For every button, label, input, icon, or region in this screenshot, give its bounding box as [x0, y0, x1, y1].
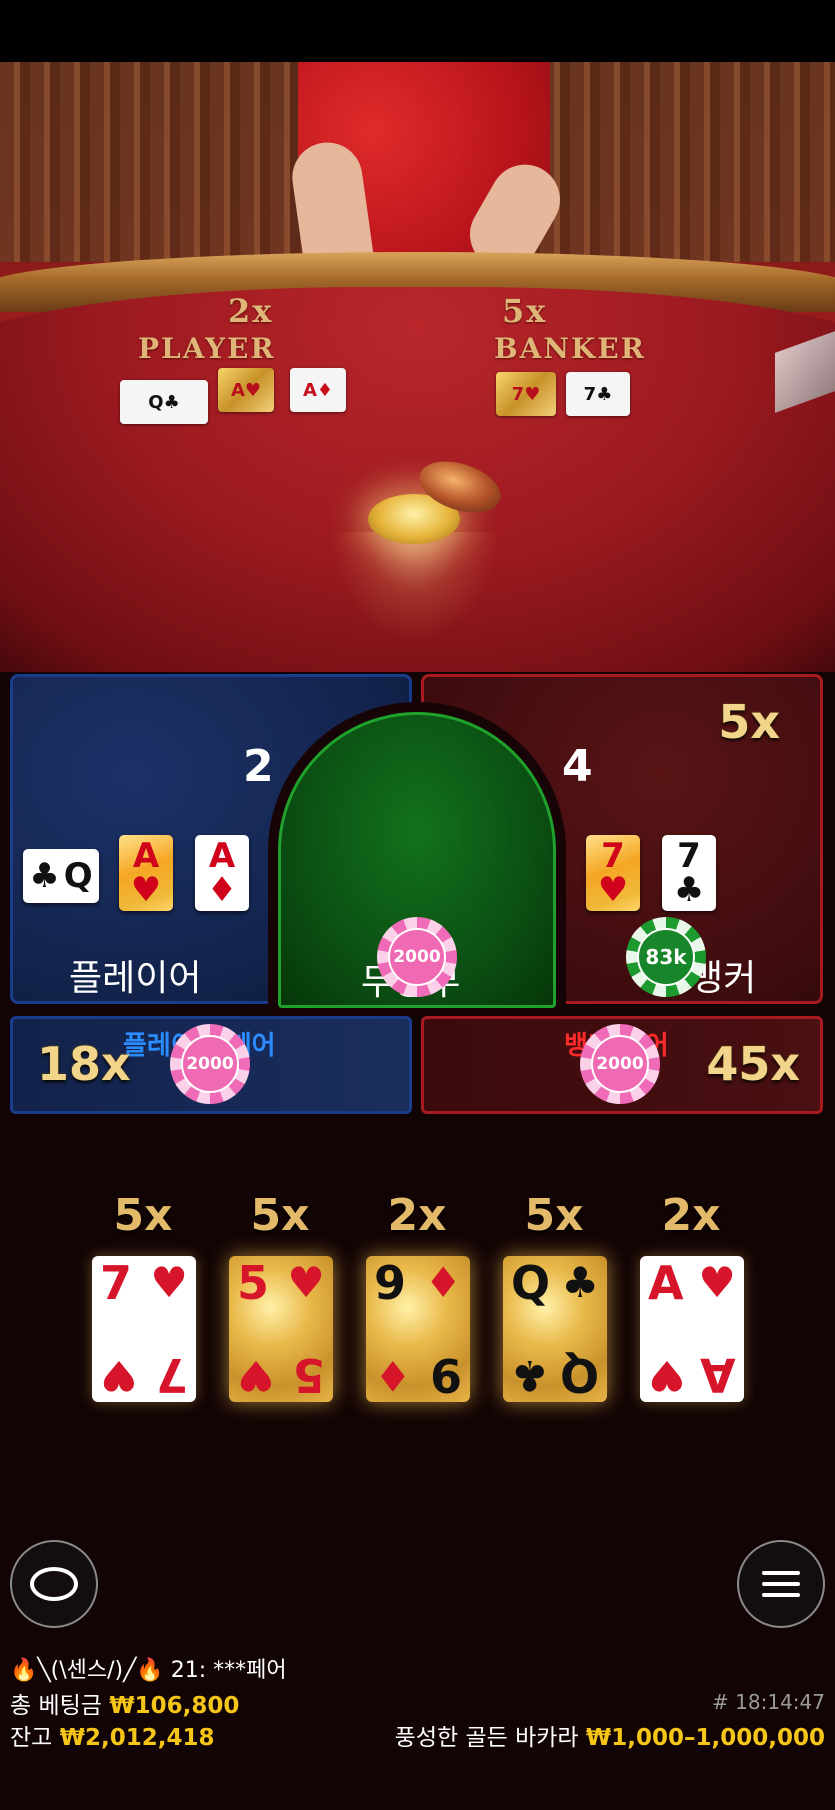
chat-message: 🔥╲(\센스/)╱🔥 21: ***페어 [10, 1652, 287, 1684]
betting-grid: 2 ♣Q A♥ A♦ 플레이어 5x 4 7♥ 7♣ 뱅커 무승부 [0, 672, 835, 1122]
golden-card-multiplier: 5x [524, 1190, 584, 1241]
chat-bubble-icon [30, 1567, 78, 1601]
banker-score: 4 [562, 741, 593, 792]
golden-card-multiplier: 5x [113, 1190, 173, 1241]
banker-chip: 83k [626, 917, 706, 997]
felt-player-card-2: A ♥ [218, 368, 274, 412]
bet-limits: ₩1,000–1,000,000 [585, 1725, 825, 1751]
player-card-3: A ♦ [195, 835, 249, 911]
golden-card: Q ♣ ♣ Q [503, 1256, 607, 1402]
round-id: # 18:14:47 [712, 1690, 825, 1714]
game-name: 풍성한 골든 바카라 [394, 1725, 579, 1751]
golden-card: 7 ♥ ♥ 7 [92, 1256, 196, 1402]
banker-pair-multiplier: 45x [706, 1037, 800, 1091]
player-pair-multiplier: 18x [37, 1037, 131, 1091]
felt-player-card-3: A ♦ [290, 368, 346, 412]
balance-label: 잔고 [10, 1725, 53, 1751]
golden-card-multiplier: 2x [387, 1190, 447, 1241]
player-card-2: A ♥ [119, 835, 173, 911]
total-bet: 총 베팅금 ₩106,800 [10, 1686, 239, 1720]
banker-card-1: 7 ♥ [586, 835, 640, 911]
live-video: 2x PLAYER 5x BANKER Q ♣ A ♥ A ♦ 7 ♥ 7 ♣ [0, 62, 835, 672]
total-bet-value: ₩106,800 [109, 1693, 240, 1719]
banker-pair-chip: 2000 [580, 1024, 660, 1104]
player-bet-label: 플레이어 [69, 958, 202, 999]
coin-glow [330, 532, 500, 642]
game-info: 풍성한 골든 바카라 ₩1,000–1,000,000 [395, 1718, 825, 1752]
chat-button[interactable] [10, 1540, 98, 1628]
hamburger-menu-icon [762, 1571, 800, 1597]
total-bet-label: 총 베팅금 [10, 1693, 102, 1719]
felt-player-multiplier: 2x [228, 292, 274, 330]
felt-banker-card-2: 7 ♣ [566, 372, 630, 416]
golden-card: 5 ♥ ♥ 5 [229, 1256, 333, 1402]
player-card-1: ♣ Q [23, 849, 99, 903]
status-bar [0, 0, 835, 62]
balance: 잔고 ₩2,012,418 [10, 1718, 215, 1752]
felt-player-label: PLAYER [138, 332, 276, 365]
game-screen: 2x PLAYER 5x BANKER Q ♣ A ♥ A ♦ 7 ♥ 7 ♣ 2 ♣ Q … [0, 0, 835, 1810]
golden-card-multiplier: 2x [661, 1190, 721, 1241]
golden-card: 9 ♦ ♦ 9 [366, 1256, 470, 1402]
felt-banker-label: BANKER [494, 332, 646, 365]
felt-banker-card-1: 7 ♥ [496, 372, 556, 416]
chat-username: ╲(\센스/)╱ [37, 1658, 137, 1683]
felt-player-card-1: Q ♣ [120, 380, 208, 424]
chat-text: 21: ***페어 [170, 1658, 287, 1683]
player-pair-chip: 2000 [170, 1024, 250, 1104]
golden-cards-row: 5x 7 ♥ ♥ 7 5x 5 ♥ ♥ 5 2x 9 ♦ ♦ 9 5x Q ♣ ♣ Q 2x A… [0, 1190, 835, 1410]
tie-chip: 2000 [377, 917, 457, 997]
fire-emoji: 🔥 [136, 1658, 164, 1683]
golden-card: A ♥ ♥ A [640, 1256, 744, 1402]
fire-emoji: 🔥 [10, 1658, 38, 1683]
banker-multiplier: 5x [718, 695, 780, 749]
golden-card-multiplier: 5x [250, 1190, 310, 1241]
felt-banker-multiplier: 5x [502, 292, 548, 330]
balance-value: ₩2,012,418 [59, 1725, 215, 1751]
footer-info: 총 베팅금 ₩106,800 잔고 ₩2,012,418 # 18:14:47 … [0, 1686, 835, 1810]
menu-button[interactable] [737, 1540, 825, 1628]
player-score: 2 [243, 741, 274, 792]
banker-card-2: 7 ♣ [662, 835, 716, 911]
